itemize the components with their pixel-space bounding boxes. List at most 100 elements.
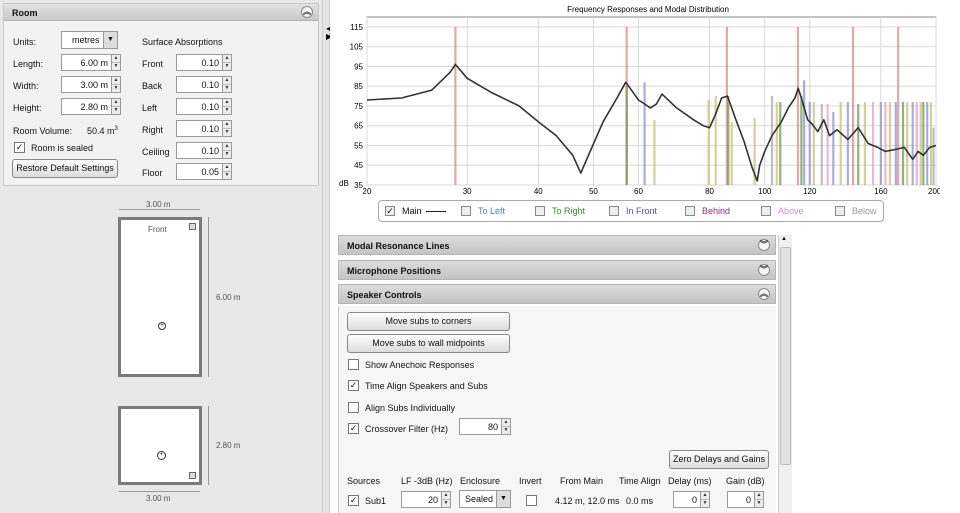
y-tick-label: 65 (354, 122, 363, 131)
stepper-arrows-icon[interactable]: ▲ ▼ (501, 419, 510, 434)
absorption-left-stepper[interactable]: 0.10 ▲ ▼ (176, 98, 232, 115)
absorption-ceiling-stepper[interactable]: 0.10 ▲ ▼ (176, 142, 232, 159)
sub1-checkbox[interactable]: ✓ (348, 495, 359, 506)
volume-unit-sup: 3 (114, 126, 118, 132)
sub-marker-icon[interactable] (189, 472, 196, 479)
stepper-arrows-icon[interactable]: ▲ ▼ (222, 55, 231, 70)
stepper-arrows-icon[interactable]: ▲ ▼ (700, 492, 709, 507)
legend-main[interactable]: ✓ Main (385, 206, 446, 216)
time-align-label: Time Align Speakers and Subs (365, 381, 488, 391)
frequency-response-chart: Frequency Responses and Modal Distributi… (339, 5, 940, 196)
expand-down-icon[interactable]: ︾ (758, 239, 770, 251)
sub1-enclosure-select[interactable]: Sealed ▼ (459, 490, 511, 508)
sub1-time-align: 0.0 ms (626, 496, 654, 506)
legend-to-left-checkbox[interactable] (461, 206, 471, 216)
absorption-back-value: 0.10 (201, 79, 219, 90)
stepper-arrows-icon[interactable]: ▲ ▼ (111, 55, 120, 70)
move-subs-midpoints-button[interactable]: Move subs to wall midpoints (347, 334, 510, 353)
length-stepper[interactable]: 6.00 m ▲ ▼ (61, 54, 121, 71)
room-panel: Room ︽ Units: metres ▼ Length: 6.00 m ▲ ▼… (3, 3, 319, 186)
section-modal-resonance[interactable]: Modal Resonance Lines ︾ (338, 235, 776, 255)
sub1-gain-stepper[interactable]: 0 ▲ ▼ (727, 491, 764, 508)
absorption-back-stepper[interactable]: 0.10 ▲ ▼ (176, 76, 232, 93)
length-value: 6.00 m (80, 57, 108, 68)
legend-main-checkbox[interactable]: ✓ (385, 206, 395, 216)
sub1-lf-stepper[interactable]: 20 ▲ ▼ (401, 491, 451, 508)
legend-above-checkbox[interactable] (761, 206, 771, 216)
bottom-width-dimension-line (119, 491, 200, 492)
plot-area (366, 16, 937, 186)
section-speaker-controls[interactable]: Speaker Controls ︽ (338, 284, 776, 304)
legend-below[interactable]: Below (835, 206, 877, 216)
x-tick-label: 160 (874, 187, 888, 196)
zero-delays-button[interactable]: Zero Delays and Gains (669, 450, 769, 469)
section-speaker-title: Speaker Controls (347, 290, 422, 300)
y-tick-label: 85 (354, 82, 363, 91)
width-stepper[interactable]: 3.00 m ▲ ▼ (61, 76, 121, 93)
y-tick-label: 95 (354, 62, 363, 71)
legend-to-left[interactable]: To Left (461, 206, 505, 216)
side-height-dimension-line (208, 406, 209, 485)
crossover-stepper[interactable]: 80 ▲ ▼ (459, 418, 511, 435)
listener-position-side-icon[interactable]: + (157, 451, 166, 460)
collapse-up-icon[interactable]: ︽ (301, 6, 313, 18)
legend-behind[interactable]: Behind (685, 206, 730, 216)
stepper-arrows-icon[interactable]: ▲ ▼ (222, 77, 231, 92)
collapse-up-icon[interactable]: ︽ (758, 288, 770, 300)
legend-above[interactable]: Above (761, 206, 804, 216)
front-wall-label: Front (148, 225, 167, 234)
legend-to-right-checkbox[interactable] (535, 206, 545, 216)
section-microphone-positions[interactable]: Microphone Positions ︾ (338, 260, 776, 280)
panel-splitter[interactable] (322, 0, 330, 513)
sub1-invert-checkbox[interactable] (526, 495, 537, 506)
side-height-label: 2.80 m (216, 441, 241, 450)
controls-scrollbar[interactable]: ▲ (778, 235, 792, 513)
absorption-floor-stepper[interactable]: 0.05 ▲ ▼ (176, 163, 232, 180)
col-time-align: Time Align (619, 476, 661, 486)
crossover-checkbox[interactable]: ✓ (348, 423, 359, 434)
col-sources: Sources (347, 476, 381, 486)
legend-above-label: Above (778, 206, 804, 216)
stepper-arrows-icon[interactable]: ▲ ▼ (111, 99, 120, 114)
absorption-label-back: Back (142, 81, 163, 91)
speaker-marker-icon[interactable] (189, 223, 196, 230)
scrollbar-thumb[interactable] (780, 247, 791, 465)
absorption-label-ceiling: Ceiling (142, 147, 170, 157)
expand-down-icon[interactable]: ︾ (758, 264, 770, 276)
time-align-checkbox[interactable]: ✓ (348, 380, 359, 391)
legend-to-right[interactable]: To Right (535, 206, 585, 216)
height-stepper[interactable]: 2.80 m ▲ ▼ (61, 98, 121, 115)
room-plan-view[interactable]: Front + (118, 217, 202, 377)
align-subs-checkbox[interactable] (348, 402, 359, 413)
units-select[interactable]: metres ▼ (61, 31, 118, 49)
stepper-arrows-icon[interactable]: ▲ ▼ (222, 99, 231, 114)
stepper-arrows-icon[interactable]: ▲ ▼ (222, 121, 231, 136)
legend-in-front-checkbox[interactable] (609, 206, 619, 216)
x-tick-label: 120 (803, 187, 817, 196)
legend-in-front[interactable]: In Front (609, 206, 657, 216)
listener-position-icon[interactable]: + (158, 322, 166, 330)
legend-below-checkbox[interactable] (835, 206, 845, 216)
room-elevation-view[interactable]: + (118, 406, 202, 485)
room-panel-header[interactable]: Room ︽ (4, 4, 318, 21)
width-label: Width: (13, 81, 39, 91)
room-sealed-checkbox[interactable]: ✓ (14, 142, 25, 153)
absorption-front-stepper[interactable]: 0.10 ▲ ▼ (176, 54, 232, 71)
stepper-arrows-icon[interactable]: ▲ ▼ (111, 77, 120, 92)
stepper-arrows-icon[interactable]: ▲ ▼ (441, 492, 450, 507)
stepper-arrows-icon[interactable]: ▲ ▼ (222, 164, 231, 179)
col-lf: LF -3dB (Hz) (401, 476, 453, 486)
stepper-arrows-icon[interactable]: ▲ ▼ (222, 143, 231, 158)
move-subs-corners-button[interactable]: Move subs to corners (347, 312, 510, 331)
legend-behind-checkbox[interactable] (685, 206, 695, 216)
scroll-up-icon[interactable]: ▲ (781, 236, 787, 242)
legend-behind-label: Behind (702, 206, 731, 216)
sub1-delay-stepper[interactable]: 0 ▲ ▼ (673, 491, 710, 508)
absorption-label-front: Front (142, 59, 164, 69)
stepper-arrows-icon[interactable]: ▲ ▼ (754, 492, 763, 507)
absorption-right-stepper[interactable]: 0.10 ▲ ▼ (176, 120, 232, 137)
sub1-enclosure-value: Sealed (465, 494, 494, 504)
restore-default-button[interactable]: Restore Default Settings (12, 159, 118, 178)
show-anechoic-checkbox[interactable] (348, 359, 359, 370)
absorption-label-left: Left (142, 103, 158, 113)
